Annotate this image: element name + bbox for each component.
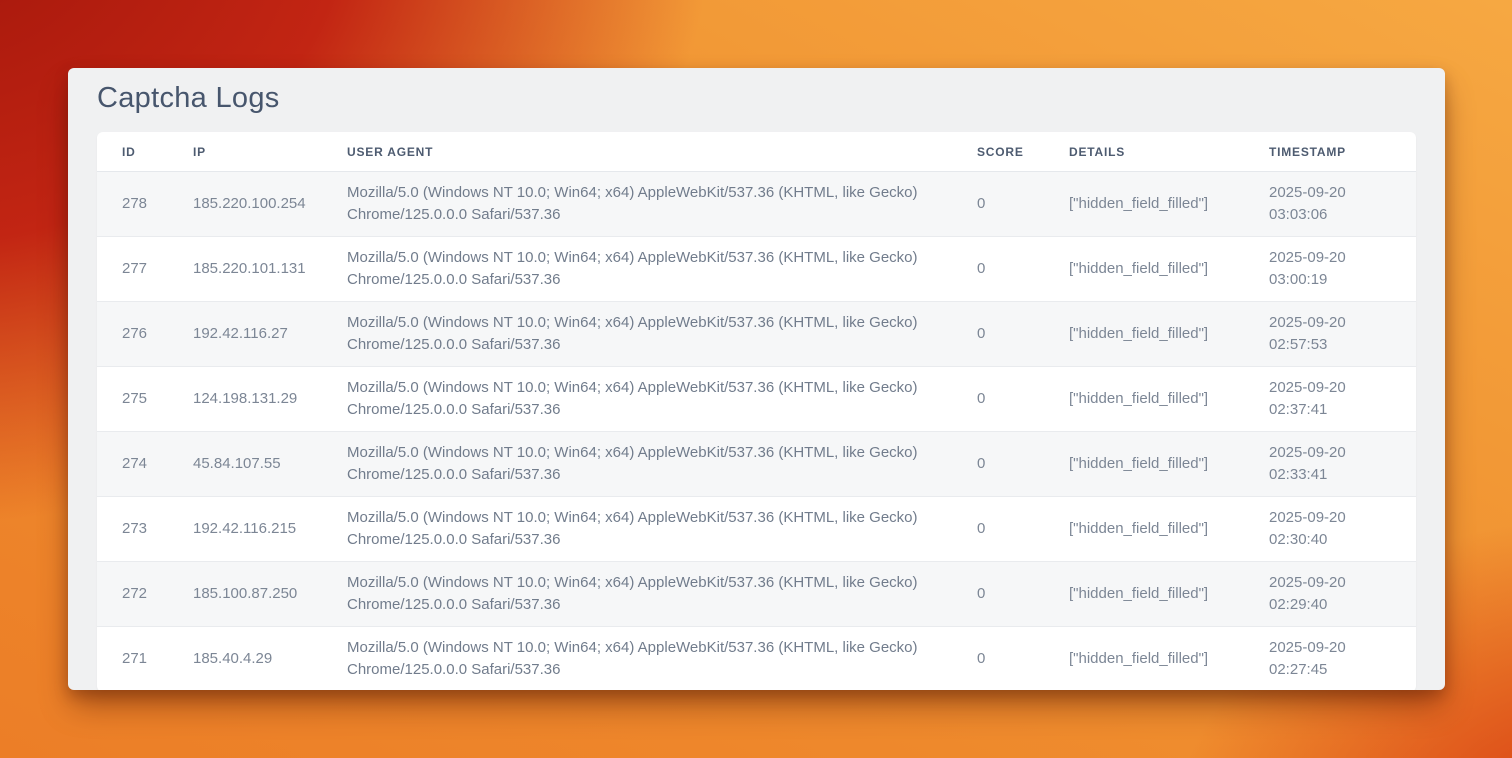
cell-ip: 192.42.116.215 — [181, 497, 335, 562]
table-row: 275124.198.131.29Mozilla/5.0 (Windows NT… — [97, 367, 1416, 432]
column-header-details: DETAILS — [1057, 132, 1257, 172]
cell-details: ["hidden_field_filled"] — [1057, 367, 1257, 432]
cell-ip: 185.100.87.250 — [181, 562, 335, 627]
cell-timestamp: 2025-09-20 02:30:40 — [1257, 497, 1416, 562]
column-header-timestamp: TIMESTAMP — [1257, 132, 1416, 172]
cell-ip: 192.42.116.27 — [181, 302, 335, 367]
cell-user_agent: Mozilla/5.0 (Windows NT 10.0; Win64; x64… — [335, 497, 965, 562]
column-header-id: ID — [97, 132, 181, 172]
cell-timestamp: 2025-09-20 03:00:19 — [1257, 237, 1416, 302]
cell-id: 276 — [97, 302, 181, 367]
cell-details: ["hidden_field_filled"] — [1057, 237, 1257, 302]
table-body: 278185.220.100.254Mozilla/5.0 (Windows N… — [97, 172, 1416, 691]
table-row: 278185.220.100.254Mozilla/5.0 (Windows N… — [97, 172, 1416, 237]
logs-table-container: IDIPUSER AGENTSCOREDETAILSTIMESTAMP 2781… — [97, 132, 1416, 690]
cell-user_agent: Mozilla/5.0 (Windows NT 10.0; Win64; x64… — [335, 367, 965, 432]
cell-ip: 185.220.101.131 — [181, 237, 335, 302]
cell-id: 273 — [97, 497, 181, 562]
cell-user_agent: Mozilla/5.0 (Windows NT 10.0; Win64; x64… — [335, 627, 965, 691]
table-row: 27445.84.107.55Mozilla/5.0 (Windows NT 1… — [97, 432, 1416, 497]
cell-ip: 45.84.107.55 — [181, 432, 335, 497]
cell-timestamp: 2025-09-20 02:33:41 — [1257, 432, 1416, 497]
cell-score: 0 — [965, 237, 1057, 302]
cell-timestamp: 2025-09-20 03:03:06 — [1257, 172, 1416, 237]
column-header-user_agent: USER AGENT — [335, 132, 965, 172]
cell-id: 272 — [97, 562, 181, 627]
cell-id: 274 — [97, 432, 181, 497]
table-row: 271185.40.4.29Mozilla/5.0 (Windows NT 10… — [97, 627, 1416, 691]
table-row: 272185.100.87.250Mozilla/5.0 (Windows NT… — [97, 562, 1416, 627]
cell-details: ["hidden_field_filled"] — [1057, 432, 1257, 497]
table-row: 273192.42.116.215Mozilla/5.0 (Windows NT… — [97, 497, 1416, 562]
cell-ip: 185.40.4.29 — [181, 627, 335, 691]
cell-score: 0 — [965, 172, 1057, 237]
cell-ip: 185.220.100.254 — [181, 172, 335, 237]
cell-id: 271 — [97, 627, 181, 691]
table-header-row: IDIPUSER AGENTSCOREDETAILSTIMESTAMP — [97, 132, 1416, 172]
cell-details: ["hidden_field_filled"] — [1057, 302, 1257, 367]
captcha-logs-card: Captcha Logs IDIPUSER AGENTSCOREDETAILST… — [68, 68, 1445, 690]
cell-id: 275 — [97, 367, 181, 432]
app-background: { "page": { "title": "Captcha Logs" }, "… — [0, 0, 1512, 758]
cell-ip: 124.198.131.29 — [181, 367, 335, 432]
cell-user_agent: Mozilla/5.0 (Windows NT 10.0; Win64; x64… — [335, 302, 965, 367]
captcha-logs-table: IDIPUSER AGENTSCOREDETAILSTIMESTAMP 2781… — [97, 132, 1416, 690]
cell-timestamp: 2025-09-20 02:27:45 — [1257, 627, 1416, 691]
cell-id: 277 — [97, 237, 181, 302]
cell-timestamp: 2025-09-20 02:37:41 — [1257, 367, 1416, 432]
cell-details: ["hidden_field_filled"] — [1057, 172, 1257, 237]
cell-details: ["hidden_field_filled"] — [1057, 562, 1257, 627]
cell-score: 0 — [965, 627, 1057, 691]
cell-score: 0 — [965, 367, 1057, 432]
cell-score: 0 — [965, 497, 1057, 562]
cell-user_agent: Mozilla/5.0 (Windows NT 10.0; Win64; x64… — [335, 562, 965, 627]
column-header-score: SCORE — [965, 132, 1057, 172]
cell-timestamp: 2025-09-20 02:29:40 — [1257, 562, 1416, 627]
cell-user_agent: Mozilla/5.0 (Windows NT 10.0; Win64; x64… — [335, 432, 965, 497]
table-row: 276192.42.116.27Mozilla/5.0 (Windows NT … — [97, 302, 1416, 367]
cell-details: ["hidden_field_filled"] — [1057, 627, 1257, 691]
cell-id: 278 — [97, 172, 181, 237]
cell-score: 0 — [965, 562, 1057, 627]
table-row: 277185.220.101.131Mozilla/5.0 (Windows N… — [97, 237, 1416, 302]
cell-score: 0 — [965, 432, 1057, 497]
cell-user_agent: Mozilla/5.0 (Windows NT 10.0; Win64; x64… — [335, 172, 965, 237]
cell-score: 0 — [965, 302, 1057, 367]
column-header-ip: IP — [181, 132, 335, 172]
cell-timestamp: 2025-09-20 02:57:53 — [1257, 302, 1416, 367]
cell-user_agent: Mozilla/5.0 (Windows NT 10.0; Win64; x64… — [335, 237, 965, 302]
page-title: Captcha Logs — [97, 82, 1416, 115]
cell-details: ["hidden_field_filled"] — [1057, 497, 1257, 562]
